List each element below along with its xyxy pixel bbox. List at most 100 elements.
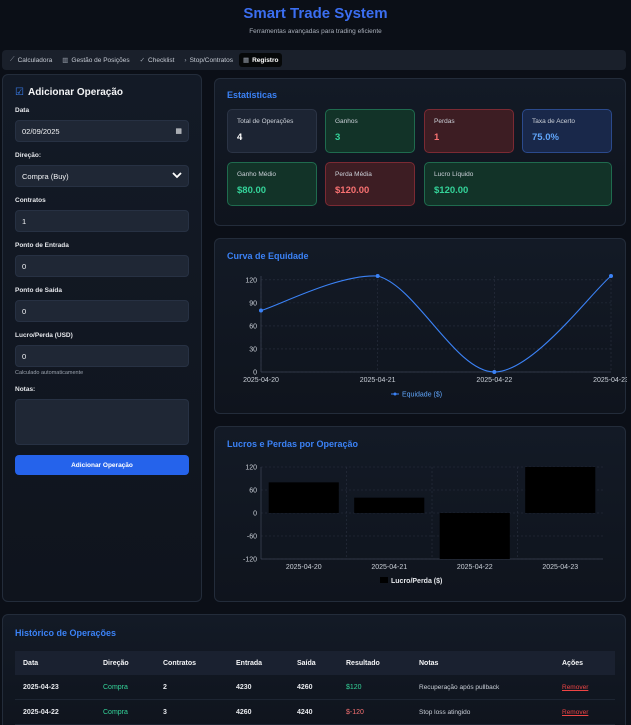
- cell-entry: 4260: [236, 708, 252, 716]
- chevron-icon: ›: [184, 56, 187, 64]
- stat-label: Total de Operações: [237, 118, 294, 125]
- pnl-bar: [354, 497, 425, 513]
- calendar-icon[interactable]: ▦: [175, 127, 182, 135]
- tab-calculadora[interactable]: ⟋ Calculadora: [6, 53, 56, 67]
- stat-net-profit: Lucro Líquido $120.00: [424, 162, 612, 206]
- col-header: Contratos: [163, 659, 197, 667]
- add-operation-panel: ☑ Adicionar Operação Data 02/09/2025 ▦ D…: [2, 74, 202, 602]
- history-panel: Histórico de Operações Data Direção Cont…: [2, 614, 626, 725]
- tab-checklist[interactable]: ✓ Checklist: [136, 53, 179, 67]
- tab-gestao-posicoes[interactable]: ▥ Gestão de Posições: [58, 53, 133, 67]
- y-tick-label: 0: [253, 370, 257, 377]
- form-title: ☑ Adicionar Operação: [15, 87, 189, 98]
- cell-contracts: 2: [163, 683, 167, 691]
- trend-icon: ⟋: [10, 56, 15, 63]
- col-header: Data: [23, 659, 39, 667]
- col-header: Direção: [103, 659, 129, 667]
- direction-select[interactable]: Compra (Buy): [15, 165, 189, 187]
- cell-contracts: 3: [163, 708, 167, 716]
- y-tick-label: 60: [249, 488, 257, 495]
- y-tick-label: 120: [245, 277, 257, 284]
- cell-entry: 4230: [236, 683, 252, 691]
- tab-label: Stop/Contratos: [189, 56, 233, 64]
- stats-panel: Estatísticas Total de Operações 4 Ganhos…: [214, 78, 626, 226]
- exit-field[interactable]: 0: [15, 300, 189, 322]
- stat-label: Taxa de Acerto: [532, 118, 575, 125]
- x-tick-label: 2025-04-22: [476, 377, 512, 384]
- tab-stop-contratos[interactable]: › Stop/Contratos: [180, 54, 237, 67]
- notes-label: Notas:: [15, 386, 36, 393]
- x-tick-label: 2025-04-23: [593, 377, 627, 384]
- tab-registro[interactable]: ▦ Registro: [238, 53, 283, 67]
- cell-exit: 4260: [297, 683, 313, 691]
- stat-value: 75.0%: [532, 132, 559, 143]
- cell-notes: Recuperação após pullback: [419, 683, 500, 691]
- y-tick-label: 60: [249, 323, 257, 330]
- col-header: Ações: [562, 659, 584, 667]
- contracts-label: Contratos: [15, 197, 46, 204]
- entry-value: 0: [22, 261, 27, 271]
- x-tick-label: 2025-04-21: [360, 377, 396, 384]
- app-title: Smart Trade System: [243, 5, 388, 22]
- equity-chart-panel: Curva de Equidade 0 30 60 90 120 2025-04-20 20…: [214, 238, 627, 414]
- stat-value: 4: [237, 132, 243, 143]
- pnl-chart-panel: Lucros e Perdas por Operação 120 60 0 -60 -1…: [214, 426, 626, 602]
- table-header: Data Direção Contratos Entrada Saída Res…: [15, 651, 615, 675]
- remove-link[interactable]: Remover: [562, 684, 588, 691]
- cell-result: $120: [346, 683, 362, 691]
- equity-point: [609, 274, 613, 278]
- y-tick-label: 0: [253, 511, 257, 518]
- date-field[interactable]: 02/09/2025 ▦: [15, 120, 189, 142]
- stat-losses: Perdas 1: [424, 109, 514, 153]
- tab-label: Registro: [252, 56, 279, 64]
- stat-label: Lucro Líquido: [434, 171, 474, 178]
- tab-label: Gestão de Posições: [71, 56, 130, 64]
- equity-point: [259, 308, 263, 313]
- pnl-bar: [268, 482, 339, 513]
- contracts-field[interactable]: 1: [15, 210, 189, 232]
- entry-field[interactable]: 0: [15, 255, 189, 277]
- stat-value: $120.00: [335, 185, 370, 196]
- pnl-bar: [525, 467, 596, 513]
- legend-label: Lucro/Perda ($): [391, 578, 442, 585]
- tab-label: Calculadora: [17, 56, 53, 64]
- table-row: 2025-04-22 Compra 3 4260 4240 $-120 Stop…: [15, 700, 615, 725]
- x-tick-label: 2025-04-21: [371, 564, 407, 571]
- app-subtitle: Ferramentas avançadas para trading efici…: [249, 28, 382, 35]
- date-label: Data: [15, 107, 30, 114]
- stat-label: Ganhos: [335, 118, 358, 125]
- date-value: 02/09/2025: [22, 126, 60, 136]
- history-table: Data Direção Contratos Entrada Saída Res…: [15, 651, 615, 725]
- cell-notes: Stop loss atingido: [419, 708, 471, 716]
- contracts-value: 1: [22, 216, 27, 226]
- pnl-hint: Calculado automaticamente: [15, 370, 84, 376]
- remove-link[interactable]: Remover: [562, 709, 588, 716]
- stat-label: Ganho Médio: [237, 171, 277, 178]
- col-header: Saída: [297, 659, 316, 667]
- tab-bar: ⟋ Calculadora ▥ Gestão de Posições ✓ Che…: [2, 50, 626, 70]
- form-title-text: Adicionar Operação: [27, 87, 123, 98]
- calendar-icon: ▦: [242, 57, 250, 64]
- stat-value: $120.00: [434, 185, 469, 196]
- equity-chart: 0 30 60 90 120 2025-04-20 2025-04-21 2025-04-22…: [243, 274, 627, 399]
- cell-date: 2025-04-23: [23, 683, 59, 691]
- history-title: Histórico de Operações: [15, 628, 117, 638]
- col-header: Notas: [419, 659, 439, 667]
- stat-value: 3: [335, 132, 341, 143]
- equity-point: [492, 370, 497, 374]
- legend-swatch: [380, 577, 388, 583]
- stats-title: Estatísticas: [227, 90, 278, 100]
- notes-textarea[interactable]: [15, 399, 189, 445]
- equity-point: [375, 274, 380, 278]
- direction-value: Compra (Buy): [22, 171, 69, 181]
- entry-label: Ponto de Entrada: [15, 242, 69, 249]
- direction-label: Direção:: [15, 152, 42, 159]
- cell-date: 2025-04-22: [23, 708, 59, 716]
- stat-win-rate: Taxa de Acerto 75.0%: [522, 109, 612, 153]
- stat-label: Perdas: [434, 118, 455, 125]
- stat-wins: Ganhos 3: [325, 109, 415, 153]
- y-tick-label: 30: [249, 346, 257, 353]
- stat-label: Perda Média: [335, 171, 372, 178]
- tab-label: Checklist: [148, 56, 175, 64]
- add-operation-button[interactable]: Adicionar Operação: [15, 455, 189, 475]
